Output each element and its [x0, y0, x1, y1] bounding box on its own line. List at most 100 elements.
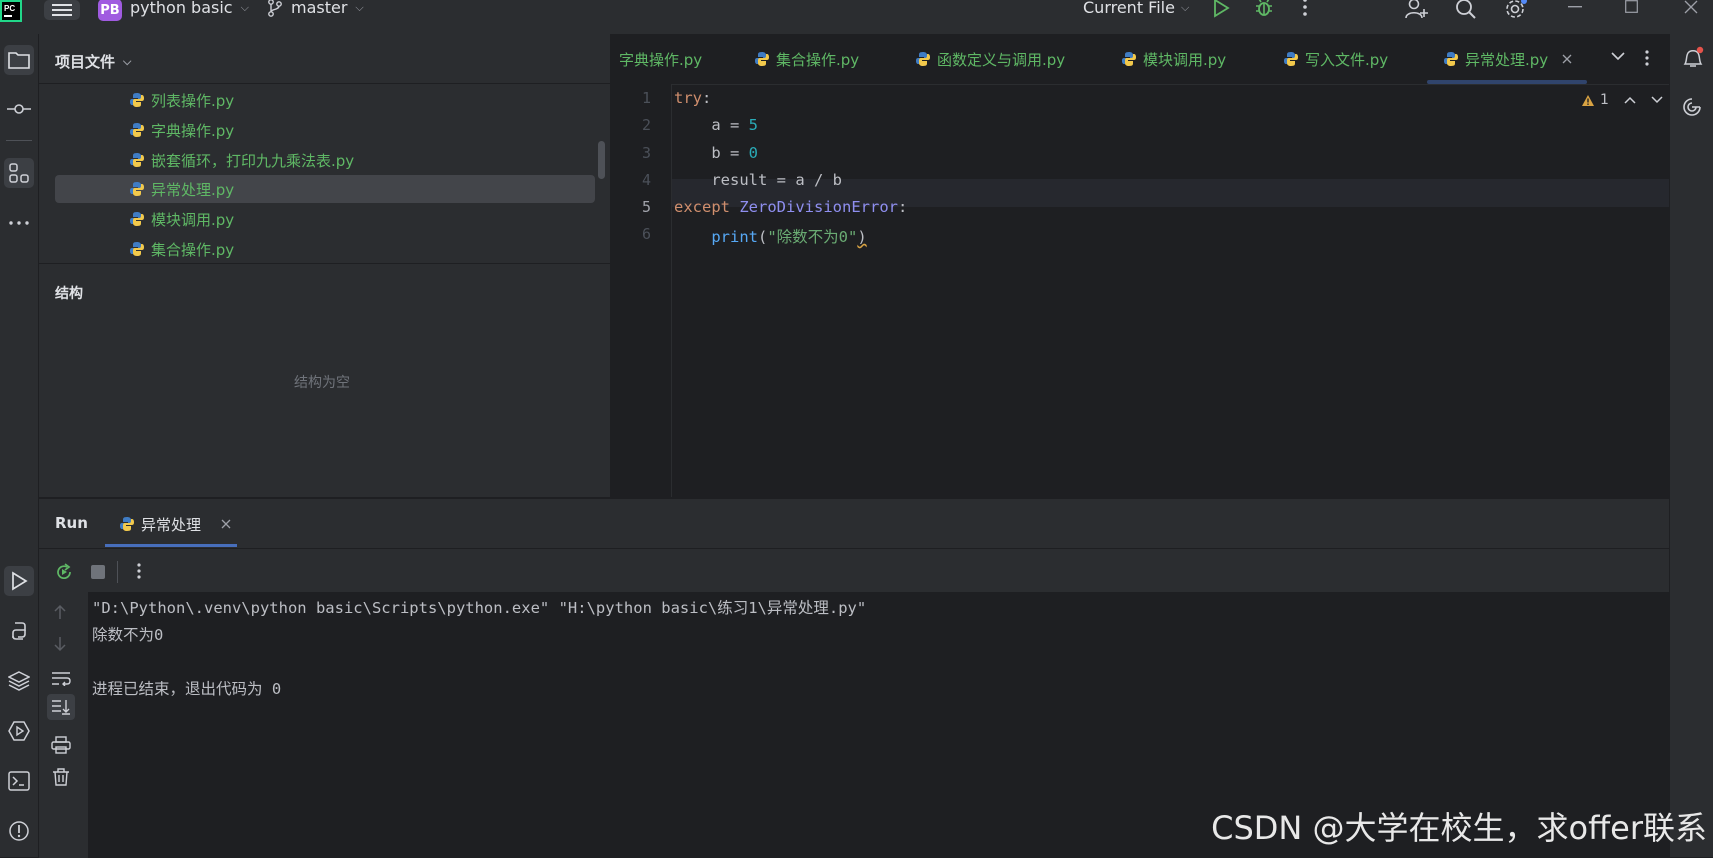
code-line-4[interactable]: result = a / b — [674, 171, 842, 189]
editor-tab[interactable]: 函数定义与调用.py — [915, 34, 1065, 84]
code-line-6[interactable]: print("除数不为0") — [674, 225, 867, 247]
tab-close-icon[interactable] — [221, 519, 231, 529]
services-icon[interactable] — [4, 716, 34, 746]
run-config-label: Current File — [1083, 0, 1175, 17]
code-token: : — [897, 198, 908, 216]
editor-tab[interactable]: 字典操作.py — [619, 34, 702, 84]
tab-label: 函数定义与调用.py — [937, 50, 1066, 69]
editor-tab[interactable]: 写入文件.py — [1283, 34, 1388, 84]
settings-icon[interactable] — [1504, 0, 1528, 21]
file-tree-item-selected[interactable]: 异常处理.py — [129, 175, 234, 203]
rerun-icon[interactable] — [55, 563, 73, 581]
soft-wrap-icon[interactable] — [51, 670, 71, 686]
tab-label: 异常处理.py — [1465, 50, 1549, 69]
python-file-icon — [754, 51, 770, 67]
maximize-icon[interactable] — [1625, 0, 1638, 13]
warning-icon — [1581, 94, 1595, 107]
notifications-icon[interactable] — [1681, 46, 1705, 70]
branch-icon — [267, 0, 283, 17]
file-name: 嵌套循环，打印九九乘法表.py — [151, 151, 355, 170]
debug-icon[interactable] — [1254, 0, 1274, 18]
run-config-selector[interactable]: Current File ⌵ — [1083, 0, 1189, 17]
structure-empty-text: 结构为空 — [294, 375, 350, 391]
file-tree-item[interactable]: 列表操作.py — [129, 86, 234, 114]
project-selector[interactable]: python basic ⌵ — [130, 0, 249, 17]
editor-tab-active[interactable]: 异常处理.py — [1443, 34, 1572, 84]
code-line-1[interactable]: try: — [674, 89, 711, 107]
function-token: print — [711, 228, 758, 246]
more-icon[interactable] — [137, 563, 141, 579]
minimize-icon[interactable] — [1568, 6, 1582, 8]
file-tree-item[interactable]: 嵌套循环，打印九九乘法表.py — [129, 146, 354, 174]
print-icon[interactable] — [51, 736, 71, 754]
chevron-up-icon[interactable] — [1624, 96, 1636, 104]
code-line-5[interactable]: except ZeroDivisionError: — [674, 198, 907, 216]
line-number: 6 — [641, 225, 651, 243]
tab-close-icon[interactable] — [1562, 54, 1572, 64]
active-tab-indicator — [1427, 80, 1587, 84]
console-line: 除数不为0 — [92, 626, 164, 644]
project-panel: 项目文件 ⌵ 列表操作.py 字典操作.py 嵌套循环，打印九九乘法表.py 异… — [39, 34, 611, 497]
scroll-up-icon[interactable] — [53, 604, 67, 620]
line-number: 4 — [641, 171, 651, 189]
scroll-to-end-toggle[interactable] — [47, 694, 75, 720]
close-icon[interactable] — [1684, 0, 1698, 14]
right-tool-strip — [1669, 34, 1713, 857]
editor-tab[interactable]: 集合操作.py — [754, 34, 859, 84]
run-tool-icon[interactable] — [4, 566, 34, 596]
layers-icon[interactable] — [4, 666, 34, 696]
file-tree-item[interactable]: 模块调用.py — [129, 205, 234, 233]
watermark: CSDN @大学在校生，求offer联系 — [1211, 809, 1707, 847]
line-number: 3 — [641, 144, 651, 162]
search-icon[interactable] — [1455, 0, 1477, 20]
editor-tab-bar: 字典操作.py 集合操作.py 函数定义与调用.py 模块调用.py 写入文件.… — [611, 34, 1669, 85]
python-file-icon — [129, 152, 145, 168]
file-name: 字典操作.py — [151, 121, 235, 140]
python-file-icon — [129, 181, 145, 197]
editor-tab[interactable]: 模块调用.py — [1121, 34, 1226, 84]
string-token: "除数不为0" — [767, 228, 858, 246]
ai-assistant-icon[interactable] — [1681, 96, 1703, 118]
structure-title: 结构 — [55, 286, 83, 302]
strip-divider — [6, 140, 32, 141]
run-tab[interactable]: 异常处理 — [119, 507, 231, 541]
branch-selector[interactable]: master ⌵ — [267, 0, 364, 17]
file-tree-item[interactable]: 集合操作.py — [129, 235, 234, 263]
run-icon[interactable] — [1212, 0, 1230, 18]
project-panel-header[interactable]: 项目文件 ⌵ — [55, 51, 131, 72]
number-token: 0 — [748, 144, 758, 162]
python-console-icon[interactable] — [4, 616, 34, 646]
tabs-more-icon[interactable] — [1645, 50, 1649, 66]
problems-icon[interactable] — [4, 816, 34, 846]
chevron-down-icon[interactable] — [1651, 96, 1663, 104]
trash-icon[interactable] — [52, 768, 70, 786]
more-tools-icon[interactable] — [4, 208, 34, 238]
tree-scrollbar[interactable] — [598, 141, 605, 179]
branch-name: master — [291, 0, 348, 17]
chevron-down-icon: ⌵ — [240, 0, 249, 14]
tabs-dropdown-icon[interactable] — [1611, 52, 1625, 61]
code-token: ) — [857, 228, 867, 246]
code-line-3[interactable]: b = 0 — [674, 144, 758, 162]
structure-icon[interactable] — [4, 158, 34, 188]
stop-icon[interactable] — [91, 565, 105, 579]
commit-icon[interactable] — [4, 94, 34, 124]
code-line-2[interactable]: a = 5 — [674, 116, 758, 134]
project-badge[interactable]: PB — [98, 0, 122, 21]
inspection-widget[interactable]: 1 — [1581, 92, 1663, 108]
console-line: "D:\Python\.venv\python basic\Scripts\py… — [92, 599, 867, 617]
file-tree-item[interactable]: 字典操作.py — [129, 116, 234, 144]
python-file-icon — [129, 211, 145, 227]
scroll-down-icon[interactable] — [53, 636, 67, 652]
left-tool-strip — [0, 34, 39, 857]
add-user-icon[interactable] — [1405, 0, 1429, 20]
console-line: 进程已结束，退出代码为 0 — [92, 680, 282, 698]
terminal-icon[interactable] — [4, 766, 34, 796]
tab-label: 模块调用.py — [1143, 50, 1227, 69]
hamburger-menu-icon[interactable] — [44, 0, 80, 20]
keyword-token: try — [674, 89, 702, 107]
project-folder-icon[interactable] — [4, 45, 34, 75]
more-icon[interactable] — [1302, 0, 1308, 16]
python-file-icon — [119, 516, 135, 532]
